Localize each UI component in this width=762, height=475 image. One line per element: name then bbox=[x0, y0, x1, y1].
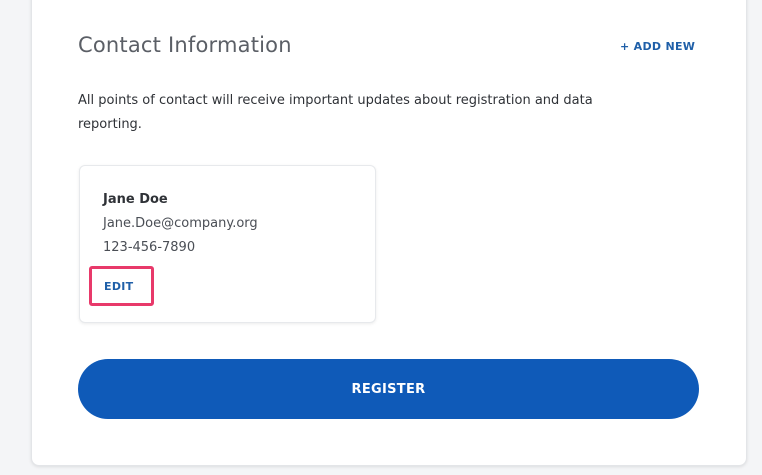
add-new-contact-link[interactable]: + ADD NEW bbox=[620, 40, 695, 53]
contact-name: Jane Doe bbox=[103, 192, 168, 207]
register-button[interactable]: REGISTER bbox=[78, 359, 699, 419]
contact-phone: 123-456-7890 bbox=[103, 240, 196, 255]
section-title: Contact Information bbox=[78, 33, 292, 57]
edit-contact-button[interactable]: EDIT bbox=[89, 266, 154, 306]
contact-email: Jane.Doe@company.org bbox=[103, 216, 258, 231]
edit-contact-label: EDIT bbox=[104, 279, 134, 293]
section-description: All points of contact will receive impor… bbox=[78, 93, 593, 132]
